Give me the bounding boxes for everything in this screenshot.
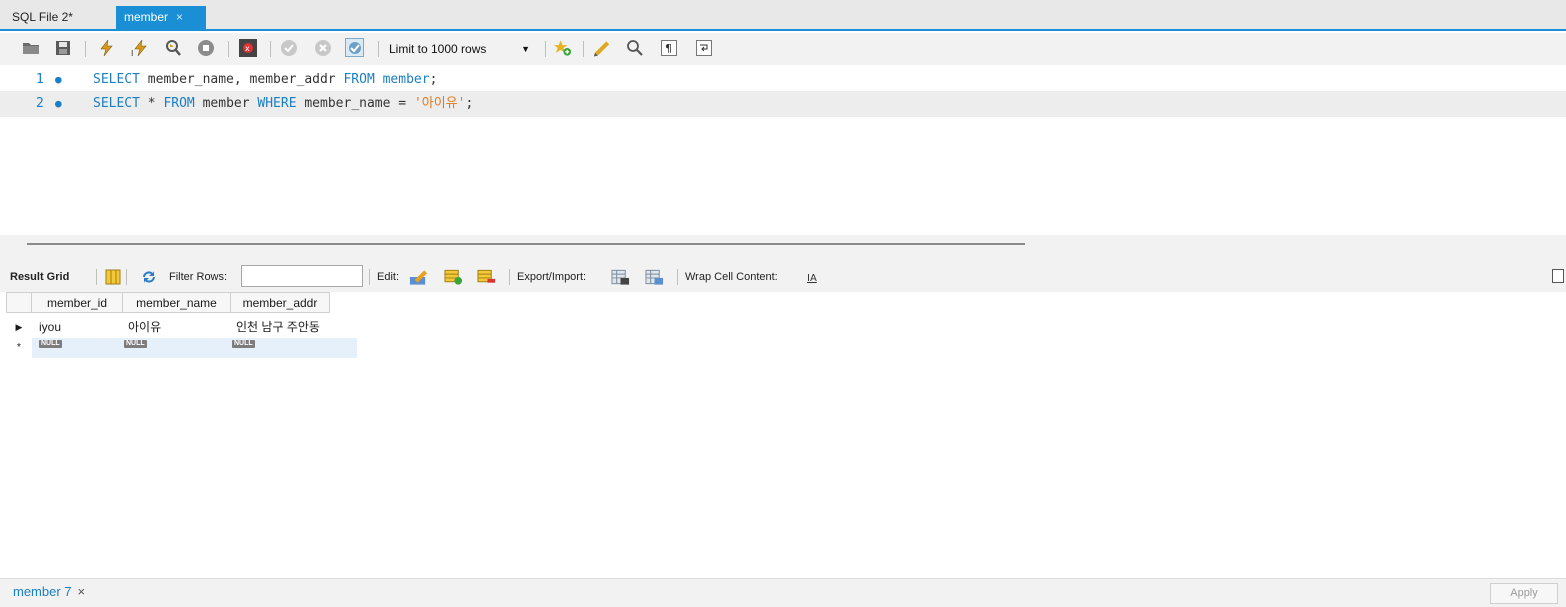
- explain-icon[interactable]: [163, 38, 182, 57]
- cell-null[interactable]: NULL: [34, 338, 123, 358]
- close-icon[interactable]: ×: [78, 584, 86, 599]
- null-badge: NULL: [39, 340, 62, 348]
- row-header-corner: [6, 292, 32, 313]
- null-badge: NULL: [232, 340, 255, 348]
- line-number: 1: [36, 72, 44, 87]
- cell-null[interactable]: NULL: [227, 338, 335, 358]
- apply-button[interactable]: Apply: [1490, 583, 1558, 604]
- column-header[interactable]: member_addr: [231, 292, 330, 313]
- sql-text: member: [194, 96, 258, 111]
- sql-keyword: SELECT: [93, 96, 140, 111]
- sql-text: *: [139, 96, 164, 111]
- sql-keyword: member: [382, 72, 430, 87]
- editor-line-1[interactable]: 1 ● SELECT member_name, member_addr FROM…: [0, 67, 1566, 93]
- result-tab-bar: member 7 × Apply: [0, 578, 1566, 607]
- sql-keyword: SELECT: [93, 72, 140, 87]
- row-pointer-icon: ▶: [15, 322, 23, 332]
- result-grid-tab[interactable]: Result Grid: [10, 271, 69, 283]
- column-header[interactable]: member_name: [123, 292, 231, 313]
- cell-member-name[interactable]: 아이유: [123, 317, 231, 338]
- sql-statement[interactable]: SELECT member_name, member_addr FROM mem…: [93, 67, 437, 93]
- export-icon[interactable]: [611, 267, 630, 286]
- new-row-marker-icon: *: [6, 338, 32, 358]
- null-badge: NULL: [124, 340, 147, 348]
- cell-member-id[interactable]: iyou: [34, 317, 123, 338]
- sql-editor[interactable]: 1 ● SELECT member_name, member_addr FROM…: [0, 65, 1566, 235]
- grid-header-row: member_id member_name member_addr: [6, 292, 357, 313]
- statement-marker-icon: ●: [55, 97, 62, 110]
- filter-rows-label: Filter Rows:: [169, 271, 228, 283]
- new-row[interactable]: * NULL NULL NULL: [6, 338, 357, 358]
- sql-string: '아이유': [413, 96, 466, 111]
- wrap-cell-icon[interactable]: IA: [804, 267, 823, 286]
- filter-rows-input[interactable]: [241, 265, 363, 287]
- panel-toggle-checkbox[interactable]: [1552, 269, 1564, 283]
- edit-row-icon[interactable]: [409, 267, 428, 286]
- sql-text: member_name =: [296, 96, 414, 111]
- refresh-icon[interactable]: [139, 267, 158, 286]
- line-number: 2: [36, 96, 44, 111]
- folder-open-icon[interactable]: [21, 38, 40, 57]
- cell-member-addr[interactable]: 인천 남구 주안동: [231, 317, 357, 338]
- wrap-icon[interactable]: [694, 38, 713, 57]
- sql-statement[interactable]: SELECT * FROM member WHERE member_name =…: [93, 91, 473, 117]
- wrap-cell-label: Wrap Cell Content:: [685, 271, 778, 283]
- import-icon[interactable]: [645, 267, 664, 286]
- sql-editor-toolbar: I x Limit to 1000 rows ▼ ¶: [0, 33, 1566, 65]
- panel-splitter[interactable]: [0, 235, 1566, 262]
- chevron-down-icon: ▼: [521, 44, 530, 54]
- table-row[interactable]: ▶ iyou 아이유 인천 남구 주안동: [6, 317, 357, 338]
- limit-select-value: Limit to 1000 rows: [389, 42, 487, 56]
- grid-view-icon[interactable]: [103, 267, 122, 286]
- edit-label: Edit:: [377, 271, 400, 283]
- svg-text:IA: IA: [807, 273, 817, 284]
- result-toolbar: Result Grid Filter Rows: Edit: Export/Im…: [0, 262, 1566, 292]
- stop-icon[interactable]: [196, 38, 215, 57]
- delete-row-icon[interactable]: [477, 267, 496, 286]
- invisible-chars-icon[interactable]: ¶: [659, 38, 678, 57]
- svg-text:x: x: [245, 44, 250, 53]
- export-import-label: Export/Import:: [517, 271, 587, 283]
- execute-current-icon[interactable]: I: [130, 38, 149, 57]
- sql-keyword: FROM: [163, 96, 195, 111]
- editor-tab-bar: SQL File 2* member ×: [0, 0, 1566, 31]
- commit-icon[interactable]: [279, 38, 298, 57]
- sql-keyword: FROM: [343, 72, 375, 87]
- tab-label: member: [124, 10, 169, 24]
- save-icon[interactable]: [53, 38, 72, 57]
- sql-text: member_name, member_addr: [139, 72, 344, 87]
- svg-text:¶: ¶: [665, 42, 672, 55]
- tab-member[interactable]: member ×: [116, 6, 206, 29]
- result-tab-label: member 7: [13, 584, 72, 599]
- close-icon[interactable]: ×: [176, 10, 183, 24]
- autocommit-icon[interactable]: [345, 38, 364, 57]
- beautify-icon[interactable]: [593, 38, 612, 57]
- execute-icon[interactable]: [96, 38, 115, 57]
- insert-row-icon[interactable]: [444, 267, 463, 286]
- mysql-workbench-window: SQL File 2* member × I x Limit to 1000 r…: [0, 0, 1566, 607]
- sql-keyword: WHERE: [257, 96, 297, 111]
- statement-marker-icon: ●: [55, 73, 62, 86]
- sql-text: ;: [465, 96, 474, 111]
- find-icon[interactable]: [625, 38, 644, 57]
- limit-rows-select[interactable]: Limit to 1000 rows ▼: [385, 39, 540, 59]
- horizontal-scrollbar[interactable]: [27, 243, 1025, 245]
- result-tab-member-7[interactable]: member 7 ×: [13, 584, 85, 599]
- toggle-error-icon[interactable]: x: [238, 38, 257, 57]
- tab-label: SQL File 2*: [12, 10, 73, 24]
- editor-line-2[interactable]: 2 ● SELECT * FROM member WHERE member_na…: [0, 91, 1566, 117]
- cell-null[interactable]: NULL: [119, 338, 227, 358]
- svg-text:I: I: [131, 49, 133, 57]
- column-header[interactable]: member_id: [32, 292, 123, 313]
- rollback-icon[interactable]: [313, 38, 332, 57]
- add-snippet-icon[interactable]: [553, 38, 572, 57]
- tab-sql-file-2[interactable]: SQL File 2*: [4, 6, 81, 29]
- sql-text: ;: [429, 72, 438, 87]
